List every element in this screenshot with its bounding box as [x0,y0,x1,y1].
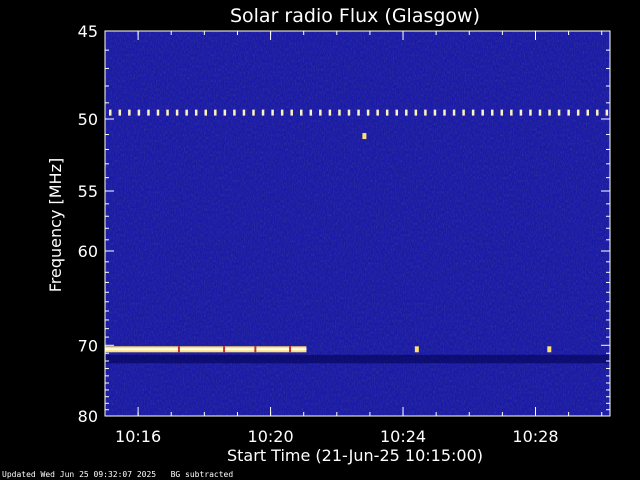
bg-subtracted-note: BG subtracted [170,470,234,479]
interference-dash [290,109,293,116]
y-tick-label: 70 [78,336,98,355]
interference-dash [147,109,150,116]
interference-dash [156,109,160,116]
chart-title: Solar radio Flux (Glasgow) [230,5,480,27]
interference-dash [605,109,609,116]
interference-dash [128,109,131,116]
interference-dash [519,109,523,116]
y-tick-label: 60 [78,242,98,261]
interference-dash [414,109,418,116]
x-tick-label: 10:20 [248,427,294,446]
interference-dash [261,109,265,116]
interference-dash [576,109,580,116]
y-tick-label: 50 [78,110,98,129]
interference-dash [271,109,274,116]
interference-dash [118,109,122,116]
interference-dash [471,109,475,116]
interference-dash [443,109,446,116]
interference-dash [357,109,360,116]
interference-dash [300,109,303,116]
interference-dash [328,109,332,116]
interference-dash [462,109,465,116]
interference-dash [280,109,284,116]
interference-dash [586,109,589,116]
spectrogram-chart: Solar radio Flux (Glasgow) 455055607080 … [46,5,611,465]
interference-dash [491,109,494,116]
interference-dash [366,109,370,116]
x-tick-label: 10:16 [115,427,161,446]
interference-dash [223,109,227,116]
interference-dash [395,109,398,116]
band-gap [223,346,226,353]
interference-dash [596,109,599,116]
interference-dash [252,109,255,116]
updated-timestamp: Updated Wed Jun 25 09:32:07 2025 [2,470,157,479]
spike-mark [414,346,419,353]
y-tick-label: 80 [78,407,98,426]
x-axis-label: Start Time (21-Jun-25 10:15:00) [227,446,483,465]
y-tick-label: 55 [78,182,98,201]
interference-dash [242,109,246,116]
interference-dash [338,109,341,116]
interference-dash [185,109,188,116]
interference-dash [385,109,389,116]
interference-dash [510,109,513,116]
interference-dash [567,109,570,116]
interference-dash [500,109,504,116]
band-gap [289,346,292,353]
interference-dash [109,109,112,116]
dark-band [105,354,610,364]
x-tick-label: 10:24 [380,427,426,446]
interference-dash [452,109,456,116]
interference-dash [175,109,179,116]
interference-dash [137,109,141,116]
interference-dash [214,109,217,116]
interference-dash [194,109,198,116]
interference-dash [309,109,313,116]
interference-dash [347,109,351,116]
interference-dash [376,109,379,116]
spike-mark [362,133,367,140]
interference-dash [481,109,484,116]
y-tick-label: 45 [78,22,98,41]
plot-area [104,30,611,417]
x-tick-label: 10:28 [512,427,558,446]
band-gap [177,346,180,353]
interference-dash [405,109,408,116]
interference-dash [529,109,532,116]
interference-dash [433,109,437,116]
interference-dash [319,109,322,116]
spike-mark [547,346,552,353]
interference-dash [166,109,169,116]
interference-dash [233,109,236,116]
band-gap [254,346,257,353]
y-axis-label: Frequency [MHz] [46,158,65,292]
interference-band-core [105,348,307,351]
interference-dash [538,109,542,116]
footer-status: Updated Wed Jun 25 09:32:07 2025 BG subt… [2,470,233,479]
interference-dash [557,109,561,116]
interference-dash [424,109,427,116]
interference-dash [548,109,551,116]
interference-dash [204,109,207,116]
